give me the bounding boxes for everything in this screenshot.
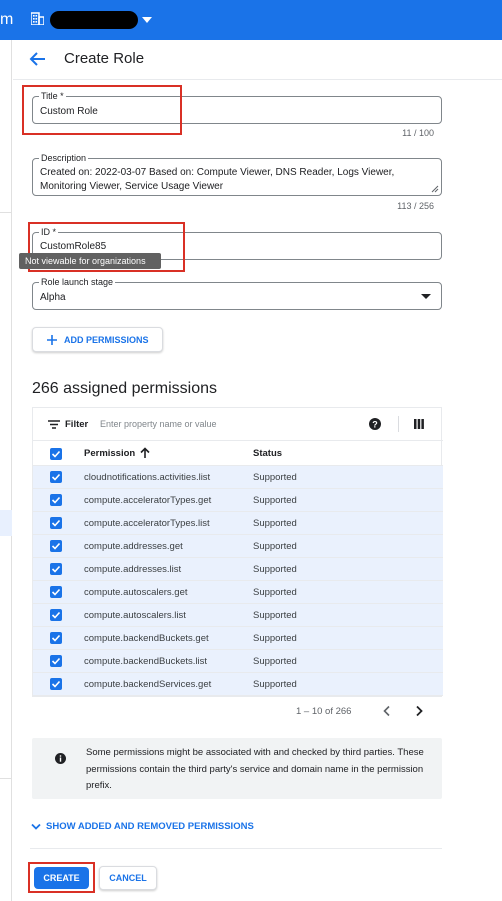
filter-bar[interactable]: Filter Enter property name or value ?	[33, 408, 443, 441]
row-checkbox[interactable]	[50, 540, 62, 552]
table-row[interactable]: compute.autoscalers.get Supported	[33, 581, 443, 604]
permission-cell: cloudnotifications.activities.list	[84, 472, 211, 483]
select-all-checkbox[interactable]	[50, 448, 62, 460]
show-added-removed-label: SHOW ADDED AND REMOVED PERMISSIONS	[46, 821, 254, 832]
chevron-left-icon[interactable]	[382, 705, 392, 717]
filter-label: Filter	[65, 419, 89, 430]
permission-cell: compute.backendBuckets.list	[84, 656, 208, 667]
column-header-permission[interactable]: Permission	[84, 448, 135, 459]
dropdown-arrow-icon[interactable]	[421, 294, 431, 299]
plus-icon	[47, 335, 57, 345]
launch-stage-label: Role launch stage	[39, 276, 116, 288]
permission-cell: compute.acceleratorTypes.list	[84, 518, 210, 529]
table-row[interactable]: compute.acceleratorTypes.get Supported	[33, 489, 443, 512]
permission-cell: compute.autoscalers.get	[84, 587, 188, 598]
chevron-down-icon[interactable]	[142, 17, 152, 23]
row-checkbox[interactable]	[50, 655, 62, 667]
table-header-row: Permission Status	[33, 441, 443, 466]
launch-stage-select[interactable]: Role launch stage Alpha	[32, 276, 442, 310]
add-permissions-button[interactable]: ADD PERMISSIONS	[32, 327, 163, 352]
column-header-status[interactable]: Status	[253, 448, 282, 459]
info-icon	[55, 753, 66, 764]
row-checkbox[interactable]	[50, 678, 62, 690]
tooltip: Not viewable for organizations	[19, 253, 161, 269]
resize-handle-icon[interactable]	[431, 185, 439, 193]
row-checkbox[interactable]	[50, 586, 62, 598]
table-row[interactable]: compute.backendBuckets.get Supported	[33, 627, 443, 650]
chevron-down-icon	[31, 823, 41, 830]
table-row[interactable]: compute.addresses.get Supported	[33, 535, 443, 558]
help-icon[interactable]: ?	[369, 418, 381, 430]
table-row[interactable]: compute.acceleratorTypes.list Supported	[33, 512, 443, 535]
left-nav-rail	[0, 40, 12, 901]
permissions-table: Filter Enter property name or value ? Pe…	[32, 407, 443, 697]
permission-cell: compute.backendServices.get	[84, 679, 212, 690]
launch-stage-value: Alpha	[40, 292, 66, 303]
row-checkbox[interactable]	[50, 563, 62, 575]
pagination-bar: 1 – 10 of 266	[32, 697, 442, 725]
table-row[interactable]: compute.addresses.list Supported	[33, 558, 443, 581]
permission-cell: compute.backendBuckets.get	[84, 633, 209, 644]
title-counter: 11 / 100	[402, 128, 434, 138]
pagination-range: 1 – 10 of 266	[296, 706, 352, 717]
status-cell: Supported	[253, 633, 297, 644]
row-checkbox[interactable]	[50, 517, 62, 529]
info-text: Some permissions might be associated wit…	[86, 747, 424, 791]
page-header: Create Role	[13, 40, 502, 80]
status-cell: Supported	[253, 610, 297, 621]
redacted-project-name[interactable]	[50, 11, 138, 29]
status-cell: Supported	[253, 518, 297, 529]
status-cell: Supported	[253, 541, 297, 552]
row-checkbox[interactable]	[50, 632, 62, 644]
table-row[interactable]: compute.backendServices.get Supported	[33, 673, 443, 696]
table-row[interactable]: compute.autoscalers.list Supported	[33, 604, 443, 627]
permission-cell: compute.acceleratorTypes.get	[84, 495, 212, 506]
column-display-icon[interactable]	[414, 419, 424, 429]
rail-divider	[0, 212, 12, 213]
status-cell: Supported	[253, 472, 297, 483]
description-label: Description	[39, 152, 89, 164]
add-permissions-label: ADD PERMISSIONS	[64, 335, 149, 345]
page-title: Create Role	[64, 50, 145, 67]
table-row[interactable]: compute.backendBuckets.list Supported	[33, 650, 443, 673]
sort-arrow-up-icon[interactable]	[140, 447, 150, 459]
top-bar: m	[0, 0, 502, 40]
description-value: Created on: 2022-03-07 Based on: Compute…	[40, 167, 395, 192]
assigned-permissions-heading: 266 assigned permissions	[32, 380, 217, 397]
permission-cell: compute.addresses.list	[84, 564, 182, 575]
toolbar-divider	[398, 416, 399, 432]
divider	[30, 848, 442, 849]
status-cell: Supported	[253, 564, 297, 575]
rail-active-item[interactable]	[0, 510, 12, 536]
description-counter: 113 / 256	[397, 201, 434, 211]
permission-cell: compute.addresses.get	[84, 541, 183, 552]
app-title-fragment: m	[0, 11, 14, 28]
org-grid-icon[interactable]	[31, 12, 44, 25]
permission-cell: compute.autoscalers.list	[84, 610, 186, 621]
rail-divider	[0, 778, 12, 779]
status-cell: Supported	[253, 656, 297, 667]
cancel-button[interactable]: CANCEL	[99, 866, 157, 890]
filter-input[interactable]: Enter property name or value	[100, 419, 217, 429]
status-cell: Supported	[253, 495, 297, 506]
highlight-box-title	[22, 85, 182, 135]
back-arrow-icon[interactable]	[27, 50, 47, 68]
third-party-info-box: Some permissions might be associated wit…	[32, 738, 442, 799]
highlight-box-create	[28, 862, 95, 893]
table-row[interactable]: cloudnotifications.activities.list Suppo…	[33, 466, 443, 489]
row-checkbox[interactable]	[50, 494, 62, 506]
chevron-right-icon[interactable]	[414, 705, 424, 717]
status-cell: Supported	[253, 587, 297, 598]
row-checkbox[interactable]	[50, 471, 62, 483]
row-checkbox[interactable]	[50, 609, 62, 621]
description-field[interactable]: Description Created on: 2022-03-07 Based…	[32, 152, 442, 196]
filter-icon	[48, 420, 60, 429]
status-cell: Supported	[253, 679, 297, 690]
svg-text:?: ?	[372, 420, 378, 430]
